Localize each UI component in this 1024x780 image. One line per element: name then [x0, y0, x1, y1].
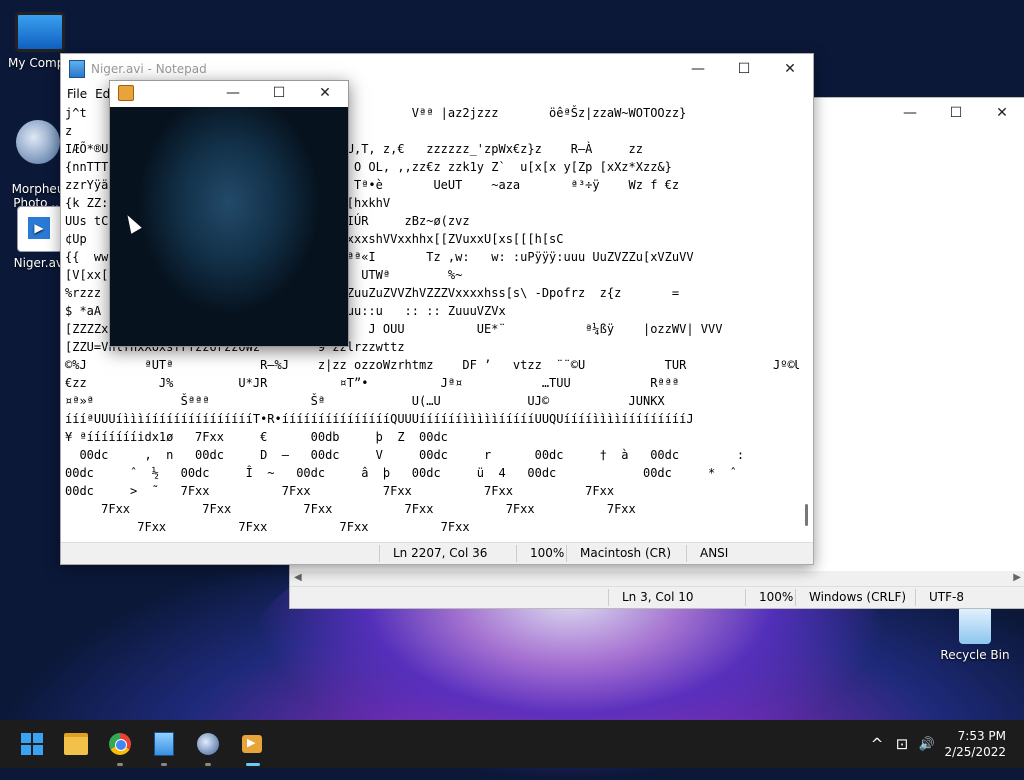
- taskbar: ^ ⊡ 🔊 7:53 PM 2/25/2022: [0, 720, 1024, 768]
- status-bar: Ln 3, Col 10 100% Windows (CRLF) UTF-8: [290, 586, 1024, 608]
- file-explorer-icon: [64, 733, 88, 755]
- chrome-icon: [109, 733, 131, 755]
- taskbar-chrome[interactable]: [104, 728, 136, 766]
- start-icon: [21, 733, 43, 755]
- running-indicator: [117, 763, 123, 766]
- notepad-icon: [69, 60, 85, 78]
- status-encoding: ANSI: [700, 546, 729, 560]
- chevron-up-icon[interactable]: ^: [866, 735, 888, 753]
- title-bar[interactable]: — ☐ ✕: [110, 81, 348, 105]
- status-divider: [745, 589, 746, 606]
- video-file-icon: [17, 206, 63, 252]
- video-player-icon: [242, 735, 262, 753]
- status-position: Ln 3, Col 10: [622, 590, 694, 604]
- network-icon[interactable]: ⊡: [888, 735, 916, 753]
- desktop-icon-label: Recycle Bin: [940, 648, 1010, 662]
- maximize-button[interactable]: ☐: [721, 54, 767, 84]
- status-divider: [516, 545, 517, 562]
- system-tray: ^ ⊡ 🔊: [866, 720, 938, 768]
- status-line-ending: Windows (CRLF): [809, 590, 907, 604]
- morpheus-icon: [197, 733, 219, 755]
- status-bar: Ln 2207, Col 36 100% Macintosh (CR) ANSI: [61, 542, 813, 564]
- notepad-icon: [154, 732, 174, 756]
- taskbar-video-player[interactable]: [236, 728, 268, 766]
- clock-time: 7:53 PM: [957, 729, 1006, 743]
- minimize-button[interactable]: —: [675, 54, 721, 84]
- scroll-left-icon[interactable]: ◀: [294, 572, 302, 583]
- status-divider: [795, 589, 796, 606]
- status-zoom: 100%: [759, 590, 794, 604]
- close-button[interactable]: ✕: [767, 54, 813, 84]
- status-divider: [608, 589, 609, 606]
- status-divider: [566, 545, 567, 562]
- clock-date: 2/25/2022: [944, 745, 1006, 759]
- scroll-right-icon[interactable]: ▶: [1013, 572, 1021, 583]
- scroll-thumb[interactable]: [805, 504, 808, 526]
- vertical-scrollbar[interactable]: [799, 104, 813, 542]
- status-divider: [379, 545, 380, 562]
- taskbar-notepad[interactable]: [148, 728, 180, 766]
- window-title: Niger.avi - Notepad: [91, 62, 207, 76]
- morpheus-icon: [16, 120, 60, 164]
- status-position: Ln 2207, Col 36: [393, 546, 488, 560]
- start-button[interactable]: [16, 728, 48, 760]
- menu-file[interactable]: File: [67, 87, 87, 101]
- status-zoom: 100%: [530, 546, 565, 560]
- status-divider: [686, 545, 687, 562]
- video-player-window[interactable]: — ☐ ✕: [109, 80, 349, 347]
- active-indicator: [246, 763, 260, 766]
- running-indicator: [161, 763, 167, 766]
- running-indicator: [205, 763, 211, 766]
- desktop-icon-recycle-bin[interactable]: Recycle Bin: [937, 606, 1013, 662]
- close-button[interactable]: ✕: [979, 98, 1024, 128]
- status-line-ending: Macintosh (CR): [580, 546, 672, 560]
- recycle-bin-icon: [959, 606, 991, 644]
- window-controls: — ☐ ✕: [887, 98, 1024, 128]
- status-divider: [915, 589, 916, 606]
- taskbar-file-explorer[interactable]: [60, 728, 92, 760]
- status-encoding: UTF-8: [929, 590, 964, 604]
- video-frame[interactable]: [110, 107, 348, 346]
- close-button[interactable]: ✕: [302, 81, 348, 105]
- maximize-button[interactable]: ☐: [256, 81, 302, 105]
- minimize-button[interactable]: —: [210, 81, 256, 105]
- monitor-icon: [15, 12, 65, 52]
- volume-icon[interactable]: 🔊: [916, 737, 938, 752]
- video-player-icon: [118, 85, 134, 101]
- minimize-button[interactable]: —: [887, 98, 933, 128]
- clock[interactable]: 7:53 PM 2/25/2022: [944, 728, 1006, 760]
- horizontal-scrollbar[interactable]: ◀ ▶: [290, 571, 1024, 587]
- taskbar-morpheus[interactable]: [192, 728, 224, 766]
- maximize-button[interactable]: ☐: [933, 98, 979, 128]
